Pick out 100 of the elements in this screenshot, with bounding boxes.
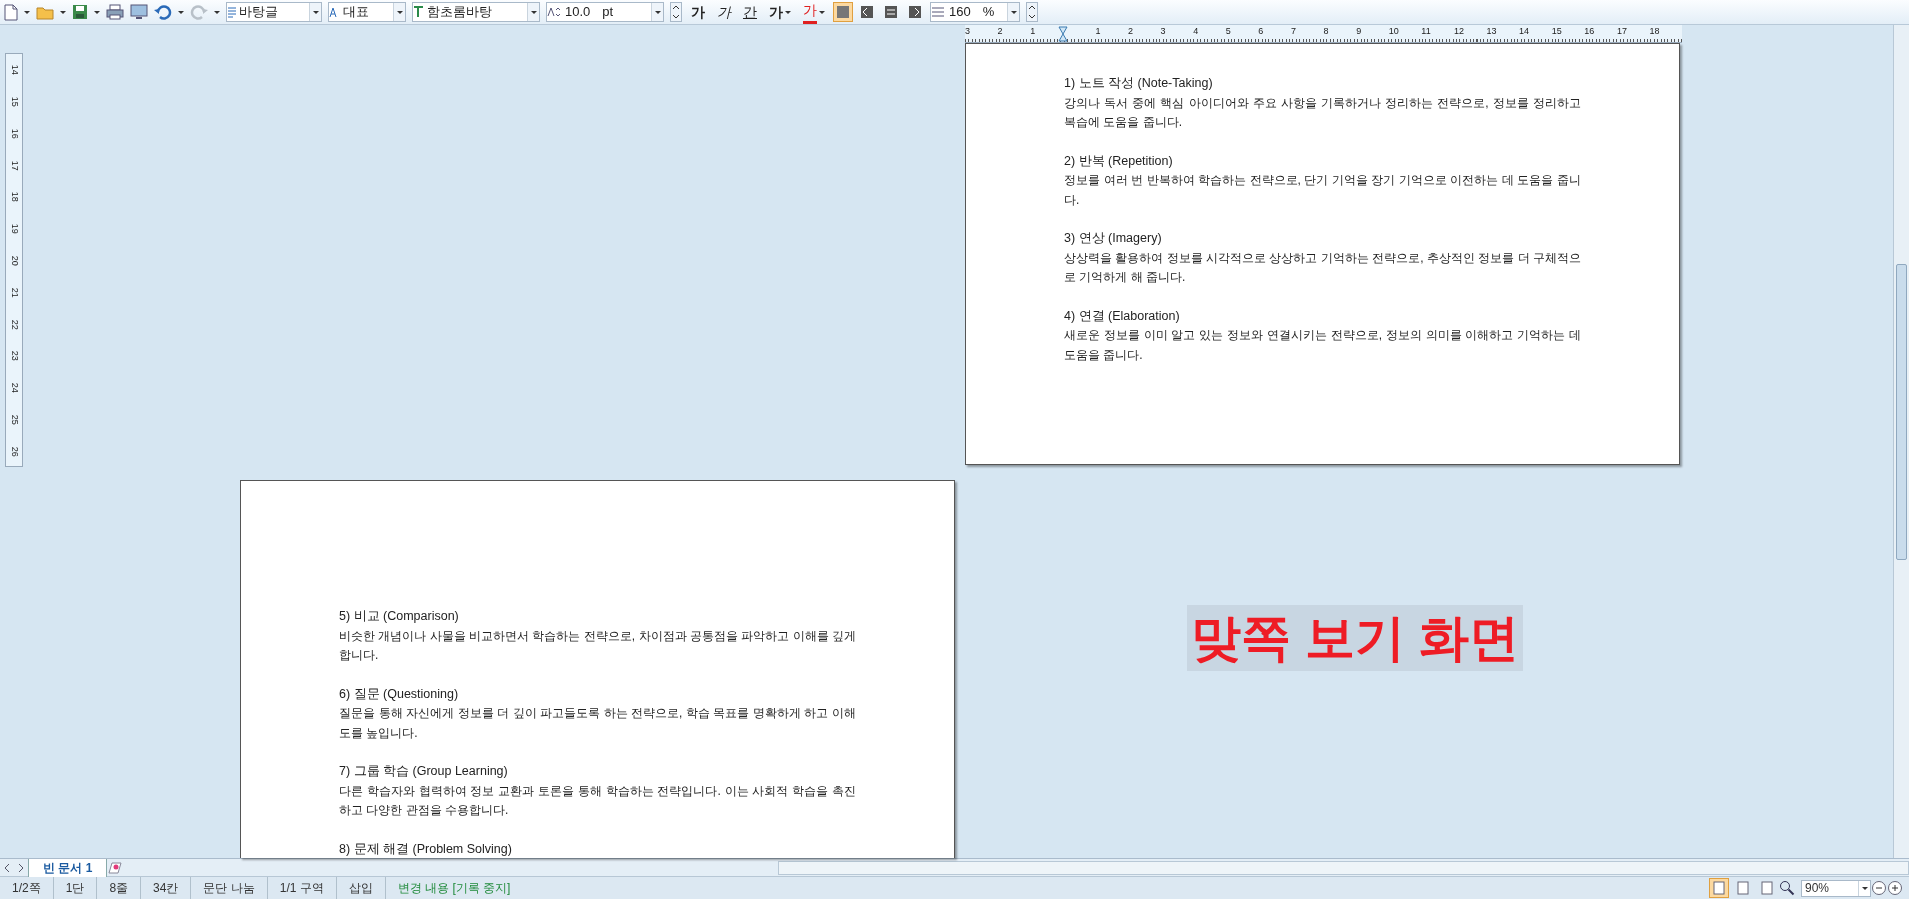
- ruler-number: 12: [1453, 26, 1464, 36]
- caret-icon[interactable]: [312, 10, 319, 14]
- ruler-number: 7: [1290, 26, 1296, 36]
- scrollbar-thumb[interactable]: [1896, 264, 1907, 560]
- ruler-number: 3: [1160, 26, 1166, 36]
- paragraph-text: 새로운 정보를 이미 알고 있는 정보와 연결시키는 전략으로, 정보의 의미를 이해하고 기억하는 데 도움을 줍니다.: [1064, 327, 1581, 364]
- save-icon[interactable]: [72, 4, 88, 20]
- ruler-number: 1: [1095, 26, 1101, 36]
- caret-icon[interactable]: [60, 10, 66, 14]
- language-dropdown[interactable]: 대표: [328, 2, 406, 22]
- ruler-number: 21: [8, 287, 21, 298]
- paragraph-text: 다른 학습자와 협력하여 정보 교환과 토론을 통해 학습하는 전략입니다. 이는 사회적 학습을 촉진하고 다양한 관점을 수용합니다.: [339, 782, 856, 819]
- caret-icon[interactable]: [785, 10, 791, 14]
- track-changes-status[interactable]: 변경 내용 [기록 중지]: [385, 879, 523, 897]
- alignment-icon[interactable]: [858, 3, 876, 21]
- paragraph-heading: 7) 그룹 학습 (Group Learning): [339, 763, 509, 780]
- truetype-icon: [413, 6, 425, 18]
- alignment-icon[interactable]: [834, 3, 852, 21]
- font-size-icon: [547, 6, 561, 18]
- caret-icon[interactable]: [396, 10, 403, 14]
- ruler-number: 23: [8, 351, 21, 362]
- ruler-number: 10: [1388, 26, 1399, 36]
- ruler-number: 2: [997, 26, 1003, 36]
- caret-icon[interactable]: [24, 10, 30, 14]
- ruler-number: 25: [8, 414, 21, 425]
- font-dropdown[interactable]: 함초롬바탕: [412, 2, 540, 22]
- page-view-icon[interactable]: [1710, 879, 1728, 897]
- ruler-number: 4: [1193, 26, 1199, 36]
- caret-icon[interactable]: [1010, 10, 1017, 14]
- paragraph-heading: 4) 연결 (Elaboration): [1064, 307, 1181, 325]
- ruler-number: 6: [1258, 26, 1264, 36]
- printer-icon[interactable]: [106, 4, 124, 20]
- horizontal-ruler[interactable]: 3 2 1 1 2 3 4 5 6 7 8 9 10 11 12 13 14 15 16 17 18: [965, 25, 1682, 43]
- paragraph-heading: 8) 문제 해결 (Problem Solving): [339, 840, 513, 858]
- new-document-icon[interactable]: [4, 3, 18, 21]
- ruler-number: 17: [1616, 26, 1627, 36]
- ruler-number: 2: [1127, 26, 1133, 36]
- zoom-out-icon[interactable]: [1871, 880, 1887, 896]
- caret-icon[interactable]: [819, 10, 825, 14]
- ruler-number: 16: [1584, 26, 1595, 36]
- format-button[interactable]: 가: [800, 2, 828, 22]
- caret-icon[interactable]: [214, 10, 220, 14]
- horizontal-scrollbar[interactable]: [778, 860, 1909, 875]
- ruler-number: 18: [8, 192, 21, 203]
- line-spacing-icon: [931, 6, 945, 18]
- new-tab-icon[interactable]: [107, 860, 124, 875]
- spin-buttons-icon[interactable]: [1026, 2, 1038, 22]
- format-button[interactable]: 가: [688, 2, 708, 22]
- alignment-icon[interactable]: [906, 3, 924, 21]
- ruler-number: 15: [8, 96, 21, 107]
- zoom-magnifier-icon[interactable]: [1779, 880, 1795, 896]
- undo-icon[interactable]: [154, 4, 172, 20]
- ruler-number: 5: [1225, 26, 1231, 36]
- ruler-number: 11: [1421, 26, 1431, 36]
- paragraph-heading: 2) 반복 (Repetition): [1064, 152, 1174, 170]
- ruler-number: 3: [965, 26, 970, 36]
- paragraph-heading: 5) 비교 (Comparison): [339, 608, 460, 625]
- zoom-dropdown[interactable]: 90%: [1801, 879, 1871, 897]
- spin-buttons-icon[interactable]: [670, 2, 682, 22]
- ruler-number: 19: [8, 223, 21, 234]
- monitor-icon[interactable]: [130, 4, 148, 20]
- font-size-field[interactable]: 10.0 pt: [546, 2, 664, 22]
- caret-icon[interactable]: [654, 10, 661, 14]
- status-item: 문단 나눔: [191, 877, 268, 899]
- paragraph-style-icon: [227, 6, 237, 18]
- ruler-number: 16: [8, 128, 21, 139]
- ruler-number: 15: [1551, 26, 1562, 36]
- paragraph-heading: 1) 노트 작성 (Note-Taking): [1064, 75, 1214, 92]
- paragraph-heading: 6) 질문 (Questioning): [339, 685, 460, 703]
- indent-marker-icon[interactable]: [1058, 26, 1068, 42]
- alignment-icon[interactable]: [882, 3, 900, 21]
- zoom-in-icon[interactable]: [1887, 880, 1903, 896]
- caret-icon[interactable]: [530, 10, 537, 14]
- format-button[interactable]: 가: [766, 2, 794, 22]
- ruler-number: 17: [8, 160, 21, 171]
- style-dropdown[interactable]: 바탕글: [226, 2, 322, 22]
- caret-icon[interactable]: [94, 10, 100, 14]
- paragraph-text: 비슷한 개념이나 사물을 비교하면서 학습하는 전략으로, 차이점과 공통점을 파악하고 이해를 깊게 합니다.: [339, 627, 856, 664]
- status-item: 1단: [53, 877, 98, 899]
- ruler-number: 26: [8, 446, 21, 457]
- line-spacing-field[interactable]: 160 %: [930, 2, 1020, 22]
- ruler-number: 18: [1649, 26, 1660, 36]
- ruler-number: 9: [1356, 26, 1362, 36]
- vertical-scrollbar[interactable]: [1893, 25, 1909, 858]
- caret-icon[interactable]: [178, 10, 184, 14]
- status-item: 1/2쪽: [0, 877, 54, 899]
- ruler-number: 13: [1486, 26, 1497, 36]
- status-item: 삽입: [336, 877, 386, 899]
- format-button[interactable]: 간: [740, 2, 760, 22]
- format-button[interactable]: 가: [714, 2, 734, 22]
- ruler-number: 20: [8, 255, 21, 266]
- vertical-ruler[interactable]: 14 15 16 17 18 19 20 21 22 23 24 25 26: [5, 53, 23, 467]
- overlay-caption: 맞쪽 보기 화면: [1187, 605, 1523, 671]
- paragraph-text: 강의나 독서 중에 핵심 아이디어와 주요 사항을 기록하거나 정리하는 전략으로, 정보를 정리하고 복습에 도움을 줍니다.: [1064, 94, 1581, 131]
- status-item: 1/1 구역: [267, 877, 337, 899]
- paragraph-heading: 3) 연상 (Imagery): [1064, 230, 1163, 247]
- ruler-number: 14: [8, 64, 21, 75]
- ruler-number: 14: [1519, 26, 1530, 36]
- status-item: 34칸: [141, 877, 192, 899]
- caret-icon[interactable]: [1861, 886, 1868, 890]
